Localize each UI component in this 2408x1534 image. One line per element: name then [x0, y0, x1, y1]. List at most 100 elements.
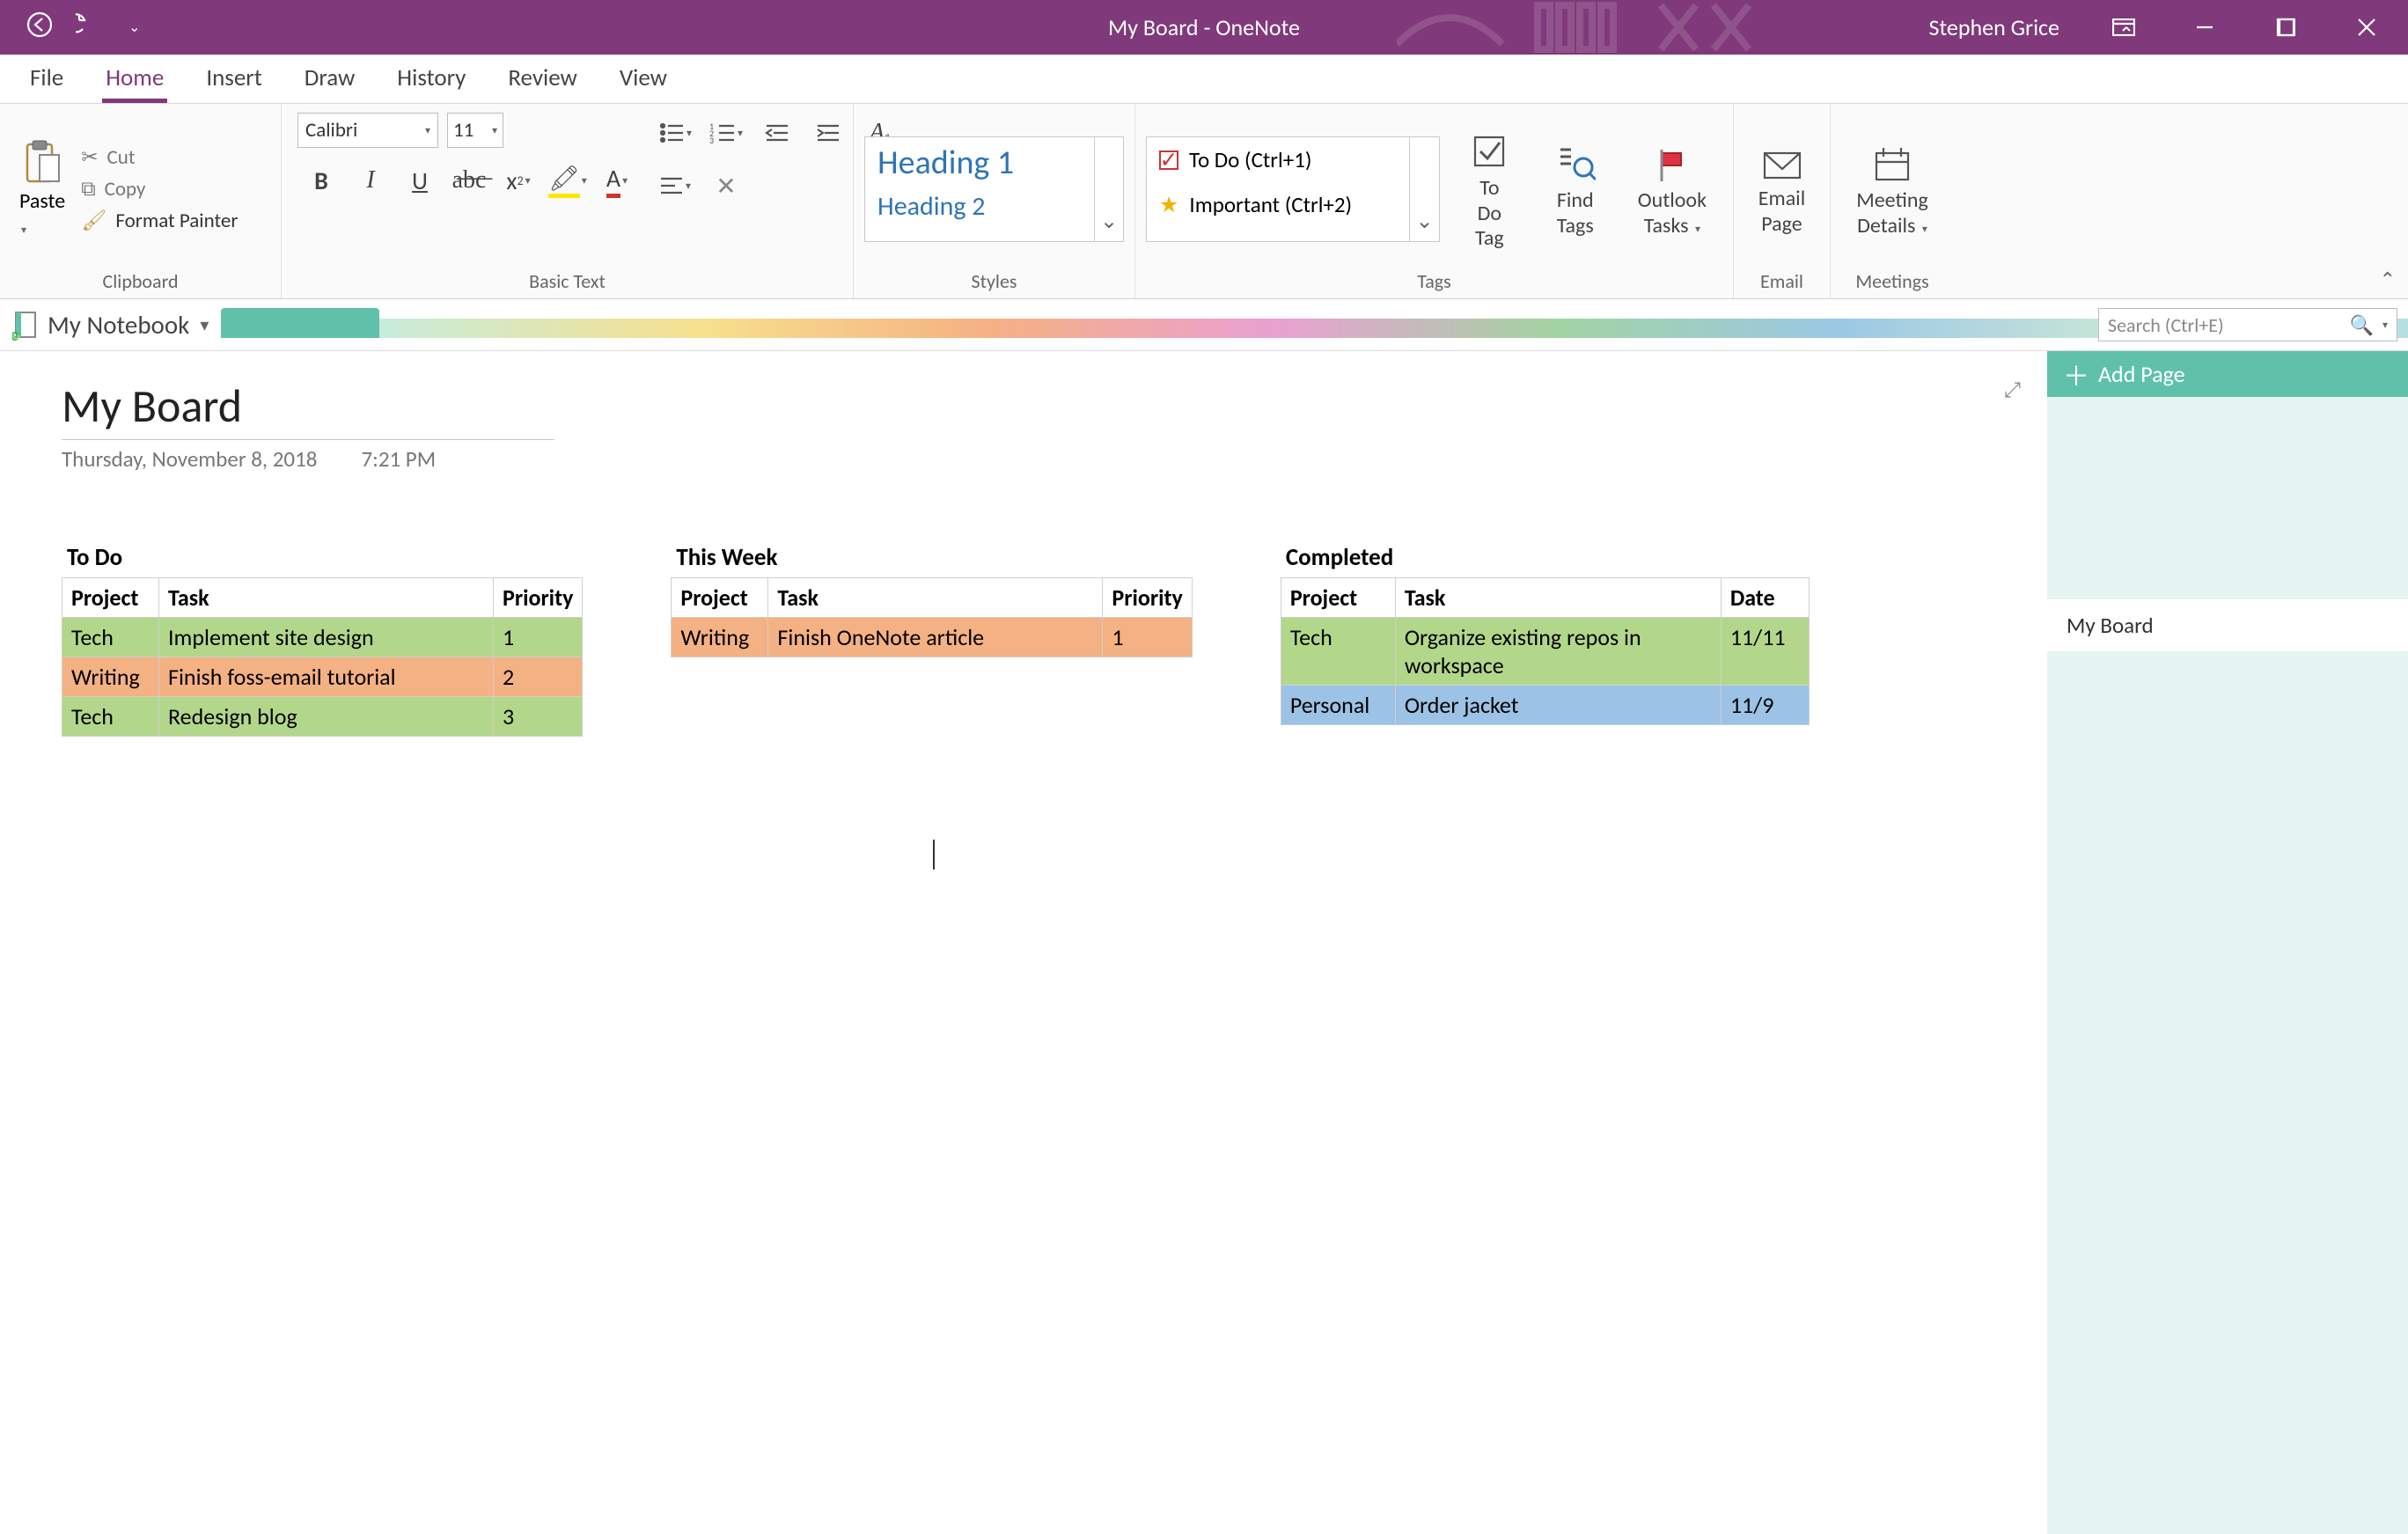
group-label-email: Email [1744, 266, 1819, 295]
format-painter-button[interactable]: 🖌Format Painter [81, 209, 238, 233]
window-title: My Board - OneNote [1108, 13, 1300, 41]
back-icon[interactable] [26, 11, 53, 44]
chevron-down-icon: ▾ [492, 124, 497, 137]
copy-button[interactable]: ⧉Copy [81, 177, 238, 202]
paste-button[interactable]: Paste▾ [11, 139, 74, 239]
superscript-button[interactable]: x2▾ [495, 160, 542, 201]
italic-button[interactable]: I [347, 160, 394, 201]
table-row[interactable]: TechOrganize existing repos in workspace… [1281, 618, 1809, 686]
table-cell[interactable]: 2 [494, 657, 583, 697]
chevron-down-icon: ▾ [686, 127, 692, 140]
numbering-button[interactable]: 123▾ [702, 113, 750, 153]
add-page-button[interactable]: ＋ Add Page [2047, 351, 2408, 397]
chevron-down-icon: ▾ [1922, 224, 1927, 236]
table-cell[interactable]: Redesign blog [159, 697, 494, 737]
notebook-dropdown[interactable]: ↻ My Notebook ▾ [0, 309, 221, 341]
table-row[interactable]: WritingFinish OneNote article1 [672, 618, 1192, 657]
meeting-details-button[interactable]: MeetingDetails ▾ [1840, 139, 1944, 239]
table-cell[interactable]: Tech [62, 618, 159, 657]
notebook-bar: ↻ My Notebook ▾ Search (Ctrl+E) 🔍▾ [0, 299, 2408, 350]
title-bar: ⌄ My Board - OneNote Stephen Grice [0, 0, 2408, 55]
page-title[interactable]: My Board [62, 378, 1986, 439]
underline-button[interactable]: U [396, 160, 444, 201]
search-input[interactable]: Search (Ctrl+E) 🔍▾ [2098, 308, 2397, 341]
todo-tag-button[interactable]: To DoTag [1450, 127, 1529, 252]
table-cell[interactable]: Writing [672, 618, 768, 657]
delete-button[interactable]: ✕ [702, 165, 750, 206]
table-cell[interactable]: Tech [1281, 618, 1395, 686]
find-tags-button[interactable]: FindTags [1539, 139, 1611, 239]
table-cell[interactable]: Tech [62, 697, 159, 737]
maximize-icon[interactable] [2253, 0, 2318, 55]
table-cell[interactable]: 1 [1103, 618, 1192, 657]
table-row[interactable]: WritingFinish foss-email tutorial2 [62, 657, 583, 697]
table-header: Task [159, 578, 494, 618]
chevron-down-icon: ▾ [686, 180, 691, 193]
table-row[interactable]: TechImplement site design1 [62, 618, 583, 657]
table-cell[interactable]: Implement site design [159, 618, 494, 657]
tab-insert[interactable]: Insert [202, 55, 265, 103]
tab-draw[interactable]: Draw [301, 55, 359, 103]
expand-icon[interactable]: ⤢ [2004, 378, 2021, 403]
style-heading1[interactable]: Heading 1 [865, 137, 1094, 185]
font-color-button[interactable]: A▾ [593, 160, 641, 201]
styles-gallery[interactable]: Heading 1 Heading 2 [864, 136, 1095, 242]
tags-gallery[interactable]: ✓To Do (Ctrl+1) ★Important (Ctrl+2) [1146, 136, 1410, 242]
table-cell[interactable]: Finish foss-email tutorial [159, 657, 494, 697]
chevron-down-icon: ▾ [425, 124, 430, 137]
email-page-button[interactable]: EmailPage [1743, 141, 1821, 238]
table-cell[interactable]: Personal [1281, 686, 1395, 725]
font-name-select[interactable]: Calibri▾ [297, 113, 438, 148]
align-button[interactable]: ▾ [651, 165, 699, 206]
table-cell[interactable]: 1 [494, 618, 583, 657]
ribbon-display-icon[interactable] [2091, 0, 2156, 55]
tag-todo[interactable]: ✓To Do (Ctrl+1) [1147, 137, 1409, 182]
tab-view[interactable]: View [616, 55, 671, 103]
strikethrough-button[interactable]: a̶b̶c̶ [445, 160, 493, 201]
page-canvas[interactable]: ⤢ My Board Thursday, November 8, 2018 7:… [0, 351, 2047, 1534]
indent-button[interactable] [804, 113, 852, 153]
tag-important[interactable]: ★Important (Ctrl+2) [1147, 182, 1409, 227]
bullets-button[interactable]: ▾ [651, 113, 699, 153]
close-icon[interactable] [2334, 0, 2399, 55]
table-cell[interactable]: 11/9 [1721, 686, 1809, 725]
table-cell[interactable]: Finish OneNote article [768, 618, 1103, 657]
table-row[interactable]: TechRedesign blog3 [62, 697, 583, 737]
styles-more-button[interactable]: ⌄ [1095, 136, 1124, 242]
font-size-select[interactable]: 11▾ [447, 113, 503, 148]
outlook-tasks-button[interactable]: OutlookTasks ▾ [1622, 139, 1722, 239]
cut-button[interactable]: ✂Cut [81, 145, 238, 170]
board-table[interactable]: ProjectTaskPriorityWritingFinish OneNote… [671, 577, 1192, 657]
table-cell[interactable]: Writing [62, 657, 159, 697]
user-name[interactable]: Stephen Grice [1929, 13, 2075, 41]
page-list-pane: ＋ Add Page My Board [2047, 351, 2408, 1534]
table-cell[interactable]: Organize existing repos in workspace [1395, 618, 1721, 686]
tab-home[interactable]: Home [102, 55, 167, 103]
minimize-icon[interactable] [2172, 0, 2237, 55]
tab-file[interactable]: File [26, 55, 67, 103]
table-row[interactable]: PersonalOrder jacket11/9 [1281, 686, 1809, 725]
checkbox-icon: ✓ [1159, 150, 1178, 170]
style-heading2[interactable]: Heading 2 [865, 185, 1094, 224]
table-cell[interactable]: 3 [494, 697, 583, 737]
undo-icon[interactable] [76, 11, 106, 44]
collapse-ribbon-icon[interactable]: ⌃ [2380, 268, 2396, 291]
chevron-down-icon: ▾ [525, 174, 531, 187]
qat-more-icon[interactable]: ⌄ [128, 18, 140, 36]
board-table[interactable]: ProjectTaskPriorityTechImplement site de… [62, 577, 583, 737]
group-label-clipboard: Clipboard [11, 266, 270, 295]
table-cell[interactable]: 11/11 [1721, 618, 1809, 686]
bold-button[interactable]: B [297, 160, 345, 201]
highlight-button[interactable]: 🖍▾ [544, 160, 591, 201]
table-header: Project [62, 578, 159, 618]
tab-review[interactable]: Review [504, 55, 580, 103]
tags-more-button[interactable]: ⌄ [1410, 136, 1440, 242]
section-tabs[interactable] [221, 308, 2408, 350]
page-list-item[interactable]: My Board [2047, 599, 2408, 651]
plus-icon: ＋ [2063, 355, 2089, 393]
tab-history[interactable]: History [393, 55, 469, 103]
board-table[interactable]: ProjectTaskDateTechOrganize existing rep… [1281, 577, 1810, 725]
chevron-down-icon: ▾ [622, 174, 628, 187]
table-cell[interactable]: Order jacket [1395, 686, 1721, 725]
outdent-button[interactable] [753, 113, 801, 153]
